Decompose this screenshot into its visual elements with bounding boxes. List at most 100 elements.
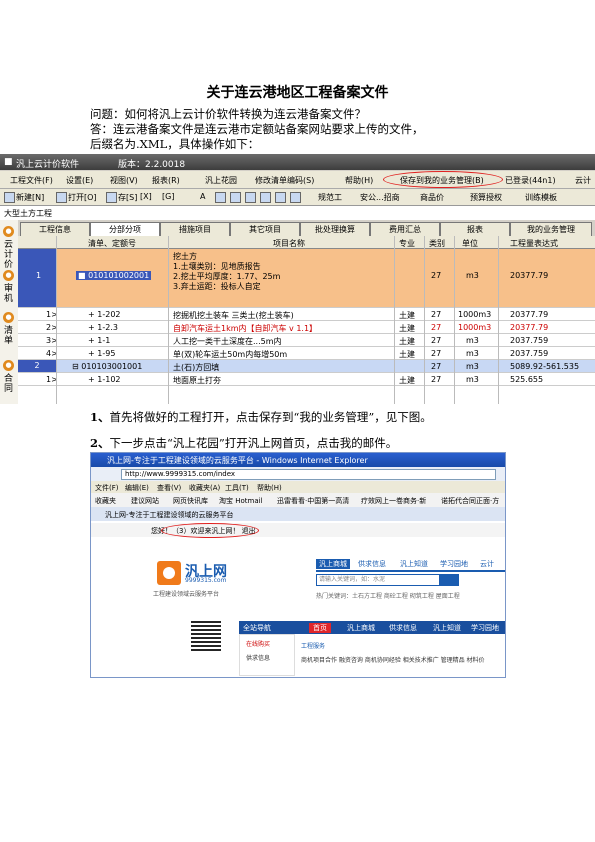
tab-batch[interactable]: 批处理换算 bbox=[300, 222, 370, 237]
menu-item[interactable]: 设置(E) bbox=[66, 175, 93, 186]
cell-category: 27 bbox=[431, 336, 442, 345]
nav-item[interactable]: 学习园地 bbox=[440, 559, 468, 569]
nav-item[interactable]: 汎上商城 bbox=[347, 623, 375, 633]
tool-icon[interactable] bbox=[260, 192, 271, 203]
nav-item[interactable]: 汎上知道 bbox=[433, 623, 461, 633]
side-label[interactable]: 清单 bbox=[4, 326, 14, 346]
toolbar-item[interactable]: 训练模板 bbox=[525, 192, 557, 203]
toolbar-item[interactable]: [X] bbox=[140, 192, 152, 201]
col-header: 专业 bbox=[399, 239, 415, 248]
fav-item[interactable]: 网页快讯库 bbox=[173, 496, 208, 506]
fav-item[interactable]: 迅雷看看·中国第一高清 bbox=[277, 496, 349, 506]
site-search-input[interactable]: 请输入关键词，如：水泥 bbox=[316, 574, 440, 586]
tab-measures[interactable]: 措施项目 bbox=[160, 222, 230, 237]
side-icon[interactable]: ● bbox=[3, 360, 14, 371]
search-button[interactable] bbox=[439, 574, 459, 586]
tool-icon[interactable] bbox=[290, 192, 301, 203]
fav-item[interactable]: 淘宝 Hotmail bbox=[219, 496, 263, 506]
nav-item[interactable]: 全站导航 bbox=[243, 623, 271, 633]
software-screenshot: ■ 汎上云计价软件 版本：2.2.0018 工程文件(F) 设置(E) 视图(V… bbox=[0, 154, 595, 404]
fav-item[interactable]: 诺拓代合同正面·方 bbox=[441, 496, 499, 506]
col-header: 类别 bbox=[429, 239, 445, 248]
service-title: 工程服务 bbox=[301, 643, 326, 650]
table-row[interactable]: 2> + 1-2.3 自卸汽车运土1km内【自卸汽车 v 1.1】 土建 27 … bbox=[18, 321, 595, 334]
service-items[interactable]: 商机项目合作 融资咨询 商机协同经验 相关技术推广 管理精品 材料价 bbox=[301, 655, 485, 664]
nav-item[interactable]: 汎上商城 bbox=[316, 559, 350, 569]
nav-item[interactable]: 学习园地 bbox=[471, 623, 499, 633]
menu-item[interactable]: 修改清单编码(S) bbox=[255, 175, 314, 186]
tool-icon[interactable] bbox=[245, 192, 256, 203]
menu-item[interactable]: 汎上花园 bbox=[205, 175, 237, 186]
tool-icon[interactable] bbox=[275, 192, 286, 203]
fav-item[interactable]: 疗效网上一卷商务·新 bbox=[361, 496, 426, 506]
ie-favorites-bar: 收藏夹 建议网站 网页快讯库 淘宝 Hotmail 迅雷看看·中国第一高清 疗效… bbox=[91, 493, 505, 508]
side-label[interactable]: 审机 bbox=[4, 284, 14, 304]
table-header: 清单、定额号 项目名称 专业 类别 单位 工程量表达式 bbox=[18, 236, 595, 249]
ie-menu-item[interactable]: 帮助(H) bbox=[257, 483, 282, 493]
step1-number: 1、 bbox=[90, 410, 110, 424]
ie-menu-item[interactable]: 工具(T) bbox=[225, 483, 249, 493]
menu-item[interactable]: 报表(R) bbox=[152, 175, 180, 186]
open-icon[interactable] bbox=[56, 192, 67, 203]
ie-menu-item[interactable]: 文件(F) bbox=[95, 483, 119, 493]
table-row[interactable]: 3> + 1-1 人工挖一类干土深度在...5m内 土建 27 m3 2037.… bbox=[18, 334, 595, 347]
nav-item[interactable]: 供求信息 bbox=[358, 559, 386, 569]
toolbar-item[interactable]: 安公...招商 bbox=[360, 192, 400, 203]
tab-business[interactable]: 我的业务管理 bbox=[510, 222, 592, 237]
toolbar-item[interactable]: 预算授权 bbox=[470, 192, 502, 203]
table-row[interactable]: 2 ⊟ 010103001001 土(石)方回填 27 m3 5089.92-5… bbox=[18, 360, 595, 373]
fav-item[interactable]: 收藏夹 bbox=[95, 496, 116, 506]
nav-item[interactable]: 首页 bbox=[309, 623, 331, 633]
tab-reports[interactable]: 报表 bbox=[440, 222, 510, 237]
side-label[interactable]: 云计价 bbox=[4, 240, 14, 270]
tab-items[interactable]: 分部分项 bbox=[90, 222, 160, 237]
table-row[interactable]: 4> + 1-95 单(双)轮车运土50m内每增50m 土建 27 m3 203… bbox=[18, 347, 595, 360]
menu-item[interactable]: 视图(V) bbox=[110, 175, 138, 186]
toolbar-item[interactable]: 商品价 bbox=[420, 192, 444, 203]
tab-summary[interactable]: 费用汇总 bbox=[370, 222, 440, 237]
ie-menu-item[interactable]: 编辑(E) bbox=[125, 483, 149, 493]
side-icon[interactable]: ● bbox=[3, 270, 14, 281]
tool-icon[interactable] bbox=[215, 192, 226, 203]
ie-menu-item[interactable]: 查看(V) bbox=[157, 483, 181, 493]
toolbar-item[interactable]: [G] bbox=[162, 192, 174, 201]
menu-item[interactable]: 云计 bbox=[575, 175, 591, 186]
side-icon[interactable]: ● bbox=[3, 312, 14, 323]
table-row[interactable]: 1> + 1-102 地面原土打夯 土建 27 m3 525.655 bbox=[18, 373, 595, 386]
toolbar-item[interactable]: 新建[N] bbox=[16, 192, 44, 203]
save-icon[interactable] bbox=[106, 192, 117, 203]
toolbar-item[interactable]: A bbox=[200, 192, 205, 201]
menu-item[interactable]: 已登录(44n1) bbox=[505, 175, 556, 186]
cell-code: + 1-202 bbox=[88, 310, 121, 319]
toolbar-item[interactable]: 存[S] bbox=[118, 192, 137, 203]
category-item[interactable]: 在线购买 bbox=[246, 639, 270, 648]
tab-other[interactable]: 其它项目 bbox=[230, 222, 300, 237]
new-icon[interactable] bbox=[4, 192, 15, 203]
cell-specialty: 土建 bbox=[399, 311, 415, 320]
col-divider bbox=[56, 236, 57, 404]
toolbar-item[interactable]: 打开[O] bbox=[68, 192, 97, 203]
ie-tab[interactable]: 汎上网-专注于工程建设领域的云服务平台 bbox=[91, 507, 505, 521]
col-header: 单位 bbox=[462, 239, 478, 248]
ie-menu-item[interactable]: 收藏夹(A) bbox=[189, 483, 220, 493]
nav-item[interactable]: 汎上知道 bbox=[400, 559, 428, 569]
side-label[interactable]: 合同 bbox=[4, 374, 14, 394]
fav-item[interactable]: 建议网站 bbox=[131, 496, 159, 506]
nav-item[interactable]: 供求信息 bbox=[389, 623, 417, 633]
category-item[interactable]: 供求信息 bbox=[246, 653, 270, 662]
side-icon[interactable]: ● bbox=[3, 226, 14, 237]
hot-keywords[interactable]: 热门关键词：土石方工程 商砼工程 砌筑工程 屋面工程 bbox=[316, 591, 460, 600]
tab-project-info[interactable]: 工程信息 bbox=[20, 222, 90, 237]
site-logo-icon[interactable] bbox=[157, 561, 181, 585]
table-row[interactable]: 1 ■ 010101002001 挖土方 1.土壤类别：见地质报告 2.挖土平均… bbox=[18, 249, 595, 308]
table-row[interactable]: 1> + 1-202 挖掘机挖土装车 三类土(挖土装车) 土建 27 1000m… bbox=[18, 308, 595, 321]
toolbar-item[interactable]: 规范工 bbox=[318, 192, 342, 203]
menu-item[interactable]: 工程文件(F) bbox=[10, 175, 53, 186]
cell-name: 挖掘机挖土装车 三类土(挖土装车) bbox=[173, 311, 294, 320]
nav-item[interactable]: 云计 bbox=[480, 559, 494, 569]
menu-item[interactable]: 帮助(H) bbox=[345, 175, 373, 186]
url-field[interactable]: http://www.9999315.com/index bbox=[121, 469, 496, 480]
tool-icon[interactable] bbox=[230, 192, 241, 203]
site-nav: 汎上商城 供求信息 汎上知道 学习园地 云计 bbox=[316, 557, 505, 572]
project-name[interactable]: 大型土方工程 bbox=[4, 208, 52, 219]
